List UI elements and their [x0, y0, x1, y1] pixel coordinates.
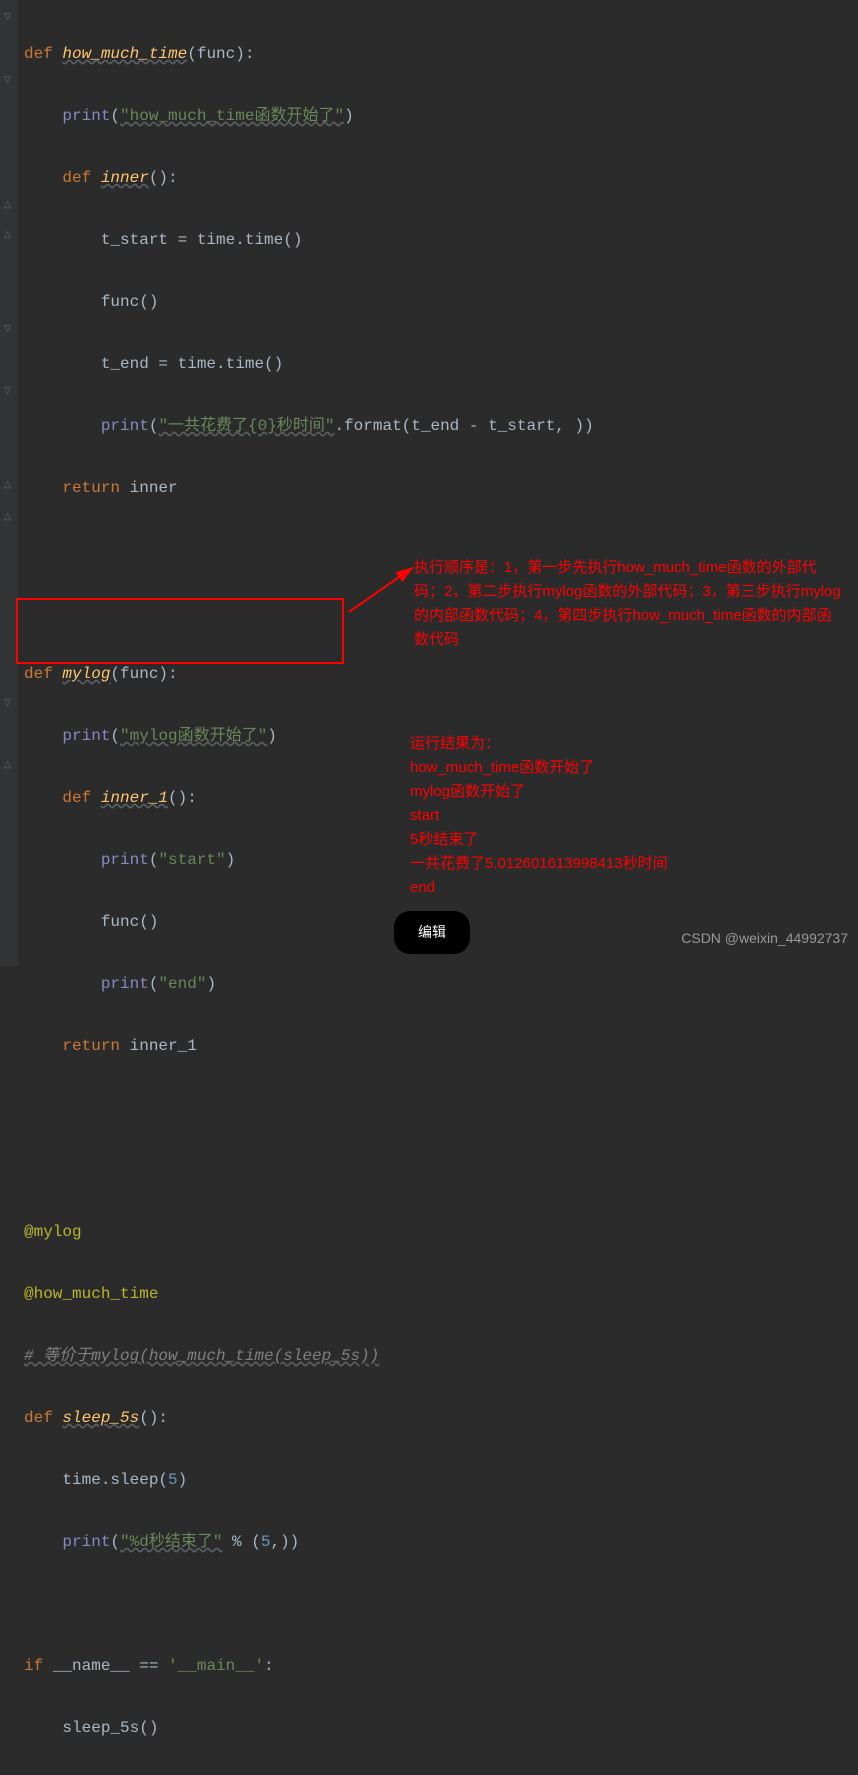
code-line: t_start = time.time() — [24, 225, 594, 256]
code-line: if __name__ == '__main__': — [24, 1651, 594, 1682]
code-line: def how_much_time(func): — [24, 39, 594, 70]
fold-end-icon[interactable]: △ — [4, 200, 14, 210]
code-line: t_end = time.time() — [24, 349, 594, 380]
fold-end-icon[interactable]: △ — [4, 760, 14, 770]
code-line: @mylog — [24, 1217, 594, 1248]
fold-icon[interactable]: ▽ — [4, 386, 14, 396]
code-line: sleep_5s() — [24, 1713, 594, 1744]
gutter: ▽ ▽ △ △ ▽ ▽ △ △ ▽ △ — [0, 0, 18, 966]
code-line: # 等价于mylog(how_much_time(sleep_5s)) — [24, 1341, 594, 1372]
fold-end-icon[interactable]: △ — [4, 480, 14, 490]
code-line — [24, 1093, 594, 1124]
code-line: print("一共花费了{0}秒时间".format(t_end - t_sta… — [24, 411, 594, 442]
code-line: func() — [24, 287, 594, 318]
code-line: time.sleep(5) — [24, 1465, 594, 1496]
code-line — [24, 1155, 594, 1186]
code-line: return inner_1 — [24, 1031, 594, 1062]
fold-end-icon[interactable]: △ — [4, 512, 14, 522]
code-line: print("%d秒结束了" % (5,)) — [24, 1527, 594, 1558]
code-line: print("end") — [24, 969, 594, 1000]
code-line: def inner(): — [24, 163, 594, 194]
watermark: CSDN @weixin_44992737 — [681, 923, 848, 954]
code-line: print("how_much_time函数开始了") — [24, 101, 594, 132]
code-line: def sleep_5s(): — [24, 1403, 594, 1434]
code-line — [24, 1589, 594, 1620]
highlight-box — [16, 598, 344, 664]
fold-icon[interactable]: ▽ — [4, 75, 14, 85]
edit-button[interactable]: 编辑 — [394, 911, 470, 954]
code-line: func() — [24, 907, 594, 938]
fold-icon[interactable]: ▽ — [4, 324, 14, 334]
code-line: @how_much_time — [24, 1279, 594, 1310]
annotation-results: 运行结果为： how_much_time函数开始了 mylog函数开始了 sta… — [410, 732, 830, 900]
fold-icon[interactable]: ▽ — [4, 698, 14, 708]
annotation-execution-order: 执行顺序是：1，第一步先执行how_much_time函数的外部代码；2，第二步… — [414, 556, 844, 652]
code-line: return inner — [24, 473, 594, 504]
fold-end-icon[interactable]: △ — [4, 230, 14, 240]
fold-icon[interactable]: ▽ — [4, 12, 14, 22]
